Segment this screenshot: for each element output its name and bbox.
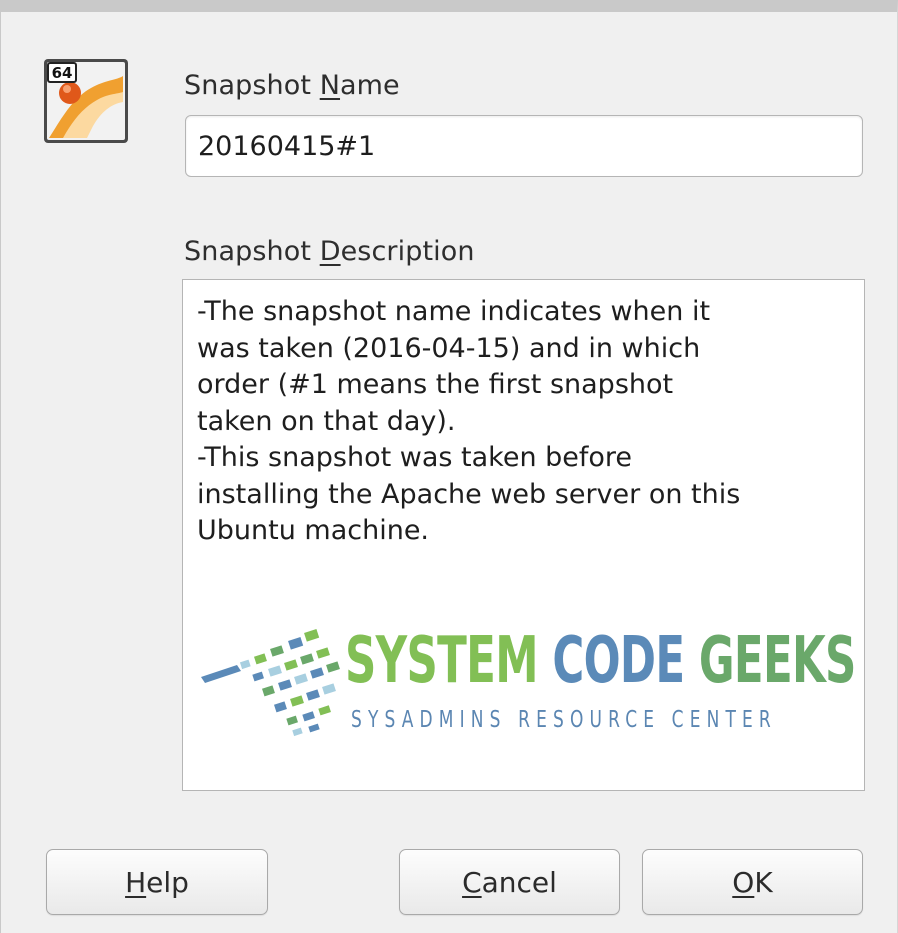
snapshot-name-label: Snapshot Name	[184, 70, 400, 101]
snapshot-name-label-post: ame	[340, 70, 400, 101]
cancel-button-label: Cancel	[462, 865, 557, 899]
snapshot-description-label-post: escription	[340, 236, 475, 267]
help-button[interactable]: Help	[46, 849, 268, 915]
watermark-title-system: SYSTEM	[345, 624, 539, 698]
snapshot-name-input[interactable]	[185, 115, 863, 177]
system-code-geeks-watermark: SYSTEM CODE GEEKS SYSADMINS RESOURCE CEN…	[197, 625, 856, 755]
snapshot-description-text[interactable]: -The snapshot name indicates when it was…	[197, 294, 847, 550]
snapshot-name-label-mnemonic: N	[319, 70, 341, 101]
take-snapshot-dialog: 64 Snapshot Name Snapshot Description -T…	[0, 0, 898, 933]
watermark-title: SYSTEM CODE GEEKS	[345, 625, 856, 697]
ok-button[interactable]: OK	[642, 849, 863, 915]
ok-button-label: OK	[732, 865, 773, 899]
b-ok-mnemonic: O	[732, 865, 755, 899]
cancel-button[interactable]: Cancel	[399, 849, 620, 915]
virtualbox-64-icon: 64	[44, 59, 128, 143]
snapshot-description-label-mnemonic: D	[319, 236, 341, 267]
pixel-arrow-logo-icon	[201, 629, 340, 737]
snapshot-description-textarea[interactable]: -The snapshot name indicates when it was…	[182, 279, 865, 791]
icon-badge-text: 64	[52, 64, 73, 82]
snapshot-description-label: Snapshot Description	[184, 236, 475, 267]
snapshot-description-label-pre: Snapshot	[184, 236, 320, 267]
watermark-title-code: CODE	[552, 624, 685, 698]
b-help-mnemonic: H	[125, 865, 147, 899]
help-button-label: Help	[125, 865, 189, 899]
b-cancel-mnemonic: C	[462, 865, 482, 899]
watermark-title-geeks: GEEKS	[698, 624, 857, 698]
watermark-subtitle: SYSADMINS RESOURCE CENTER	[351, 707, 777, 733]
snapshot-name-label-pre: Snapshot	[184, 70, 320, 101]
